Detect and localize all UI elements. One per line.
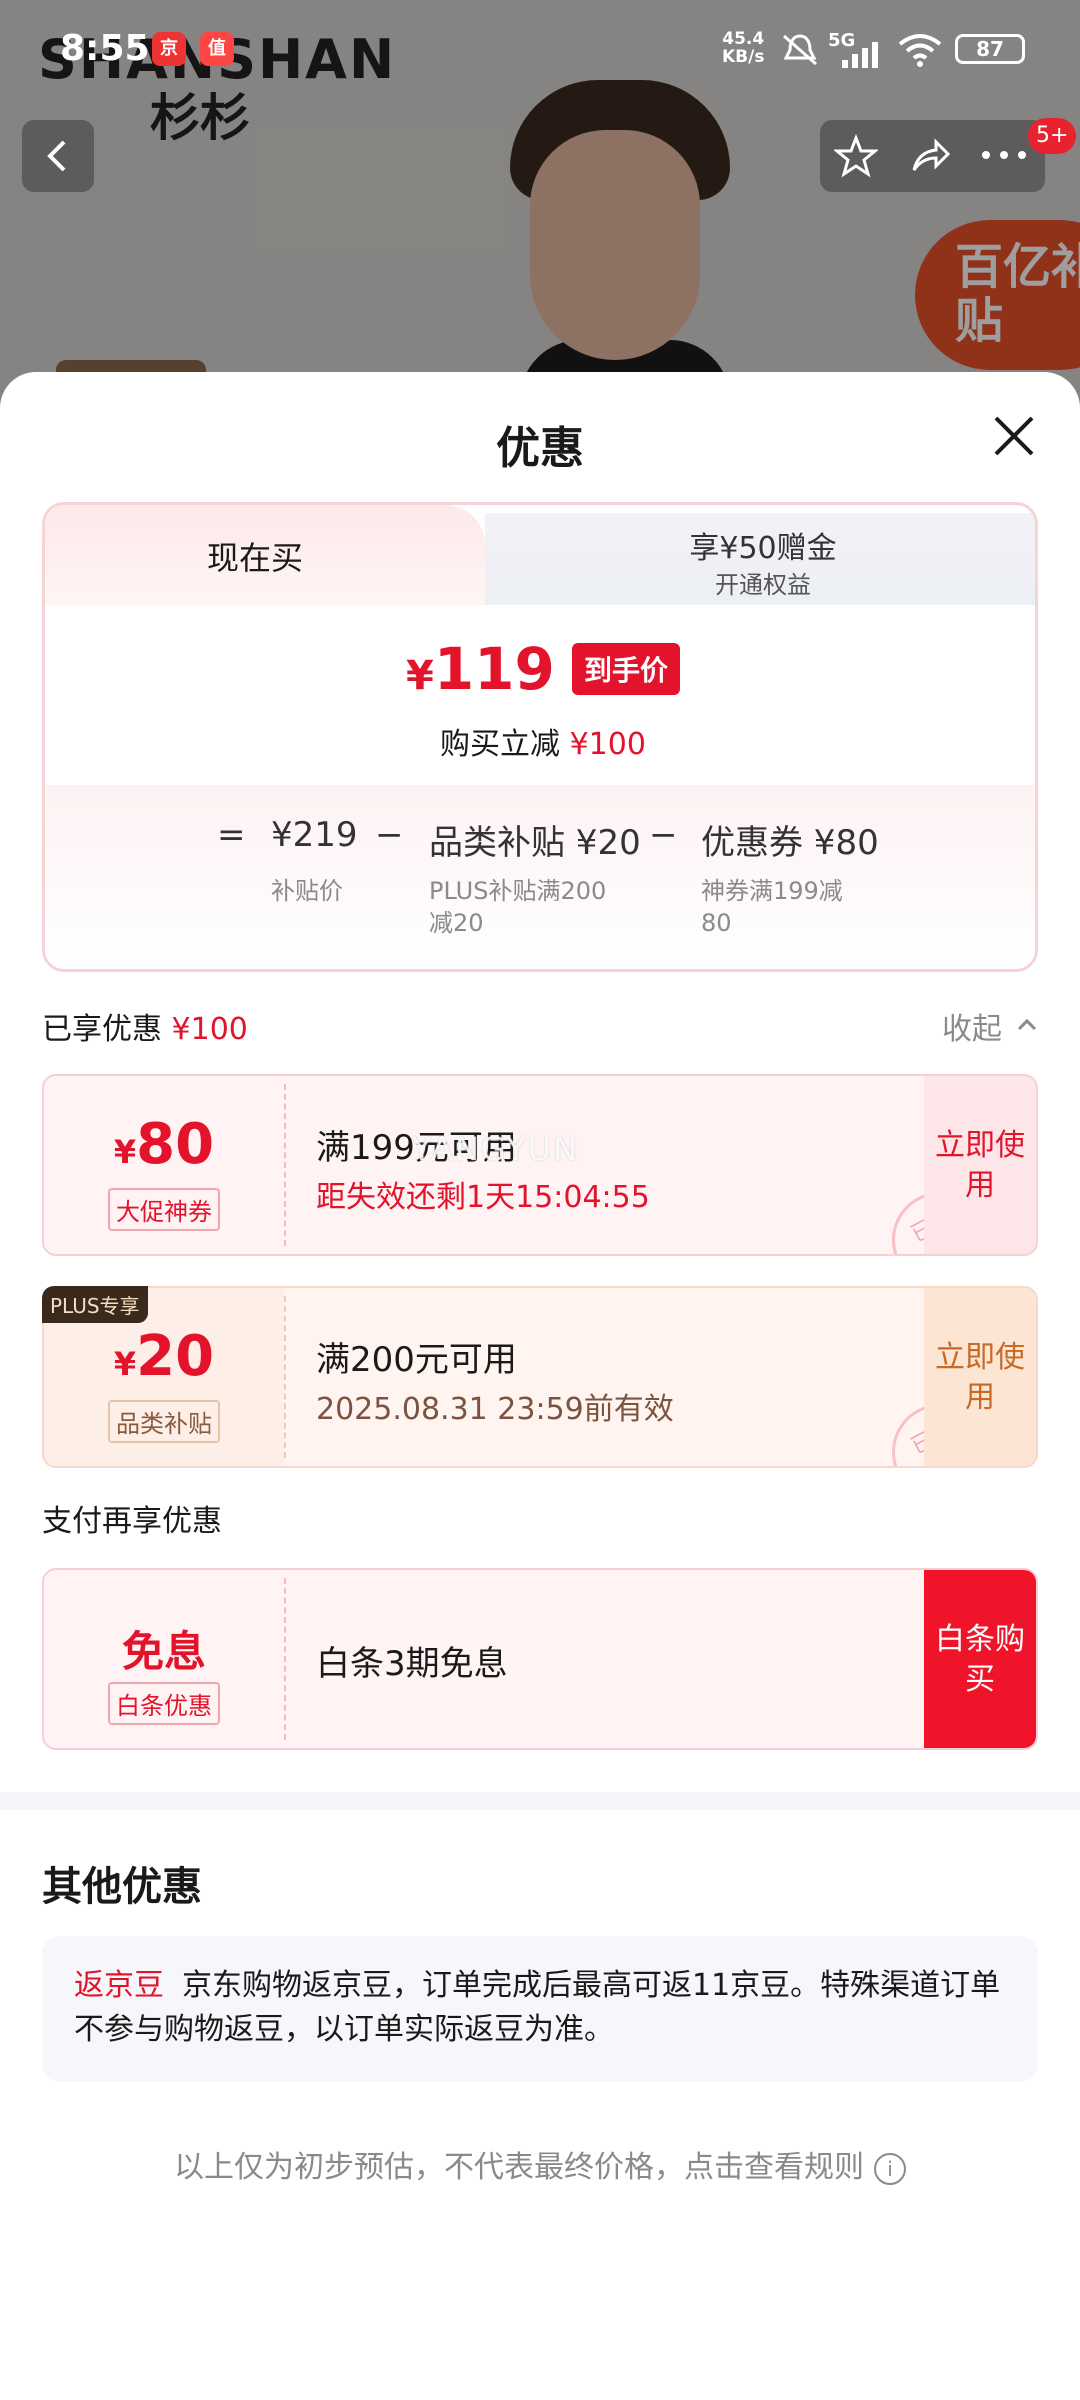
sheet-title: 优惠 <box>496 423 584 474</box>
share-icon[interactable] <box>908 134 952 178</box>
collapse-button[interactable]: 收起 <box>942 1004 1002 1048</box>
info-icon[interactable]: i <box>874 2152 906 2185</box>
coupon-divider <box>284 1578 286 1740</box>
formula-note: PLUS补贴满200减20 <box>429 877 607 937</box>
status-time: 8:55 <box>60 28 150 69</box>
notification-app-icon: 值 <box>200 32 234 66</box>
coupon-condition: 满200元可用 <box>316 1340 517 1380</box>
price-formula: = ¥219 − 品类补贴 ¥20 − 优惠券 ¥80 补贴价 PLUS补贴满2… <box>45 785 1035 969</box>
coupon-countdown: 距失效还剩1天15:04:55 <box>316 1180 650 1215</box>
formula-note: 补贴价 <box>271 877 343 905</box>
coupon-value: ¥80 大促神券 <box>44 1076 284 1254</box>
payment-discount-heading: 支付再享优惠 <box>42 1504 222 1539</box>
final-price-tag: 到手价 <box>572 643 681 695</box>
price-reduction: 购买立减 ¥100 <box>440 727 646 762</box>
tab-buy-now[interactable]: 现在买 <box>45 505 485 605</box>
payment-offer-card: 免息 白条优惠 白条3期免息 白条购买 <box>42 1568 1038 1750</box>
signal-icon <box>842 42 878 68</box>
payment-offer-value: 免息 白条优惠 <box>44 1570 284 1748</box>
coupon-amount: ¥20 <box>113 1324 215 1389</box>
payment-offer-type: 白条优惠 <box>44 1682 284 1725</box>
formula-minus: − <box>649 815 678 855</box>
notification-app-icon: 京 <box>152 32 186 66</box>
use-now-button[interactable]: 立即使用 <box>924 1076 1036 1254</box>
back-button[interactable] <box>22 120 94 192</box>
net-speed: 45.4 KB/s <box>722 29 765 67</box>
interest-free-label: 免息 <box>121 1627 206 1676</box>
mute-icon <box>783 34 817 66</box>
jingdou-rebate-info: 返京豆 京东购物返京豆，订单完成后最高可返11京豆。特殊渠道订单不参与购物返豆，以… <box>42 1936 1038 2082</box>
coupon-type: 品类补贴 <box>44 1400 284 1443</box>
more-icon[interactable] <box>980 148 1028 162</box>
price-card: 现在买 享¥50赠金 开通权益 ¥119 到手价 购买立减 ¥100 = ¥21… <box>42 502 1038 972</box>
coupon-divider <box>284 1084 286 1246</box>
discount-sheet: 优惠 现在买 享¥50赠金 开通权益 ¥119 到手价 购买立减 ¥100 = … <box>0 372 1080 2400</box>
chevron-up-icon[interactable] <box>1016 1014 1038 1036</box>
coupon-type: 大促神券 <box>44 1188 284 1231</box>
coupon-divider <box>284 1296 286 1458</box>
final-price-amount: ¥119 <box>405 635 555 703</box>
close-icon[interactable] <box>988 410 1040 462</box>
status-bar: 8:55 京 值 45.4 KB/s 5G 87 <box>0 0 1080 100</box>
final-price: ¥119 到手价 <box>45 635 1035 703</box>
formula-note: 神券满199减80 <box>701 877 843 937</box>
price-disclaimer-link[interactable]: 以上仅为初步预估，不代表最终价格，点击查看规则 i <box>0 2142 1080 2186</box>
tab-gift-membership[interactable]: 享¥50赠金 开通权益 <box>485 513 1035 605</box>
formula-category-subsidy: 品类补贴 ¥20 <box>429 823 641 863</box>
coupon-amount: ¥80 <box>113 1112 215 1177</box>
formula-base-price: ¥219 <box>271 815 358 855</box>
baitiao-buy-button[interactable]: 白条购买 <box>924 1570 1036 1748</box>
payment-offer-condition: 白条3期免息 <box>316 1644 508 1684</box>
chevron-left-icon <box>47 140 66 172</box>
section-divider <box>0 1792 1080 1810</box>
coupon-expiry: 2025.08.31 23:59前有效 <box>316 1392 674 1427</box>
product-nav-actions <box>820 120 1045 192</box>
coupon-card: ¥20 品类补贴 满200元可用 2025.08.31 23:59前有效 已领 … <box>42 1286 1038 1468</box>
use-now-button[interactable]: 立即使用 <box>924 1288 1036 1466</box>
message-count-badge: 5+ <box>1028 118 1077 154</box>
applied-discount-heading: 已享优惠 ¥100 <box>42 1012 248 1047</box>
battery-indicator: 87 <box>955 34 1025 64</box>
tab-sublabel: 开通权益 <box>715 571 811 599</box>
watermark: YANGYUN <box>412 1130 579 1168</box>
formula-minus: − <box>375 815 404 855</box>
other-discounts-title: 其他优惠 <box>42 1864 202 1910</box>
star-icon[interactable] <box>834 134 878 178</box>
tab-label: 现在买 <box>206 539 303 577</box>
plus-exclusive-tag: PLUS专享 <box>42 1286 148 1323</box>
rebate-text: 京东购物返京豆，订单完成后最高可返11京豆。特殊渠道订单不参与购物返豆，以订单实… <box>74 1968 1001 2047</box>
wifi-icon <box>898 34 942 67</box>
tab-label: 享¥50赠金 <box>689 531 837 566</box>
formula-equals: = <box>217 815 246 855</box>
rebate-tag: 返京豆 <box>74 1968 164 2003</box>
formula-coupon: 优惠券 ¥80 <box>701 823 879 863</box>
